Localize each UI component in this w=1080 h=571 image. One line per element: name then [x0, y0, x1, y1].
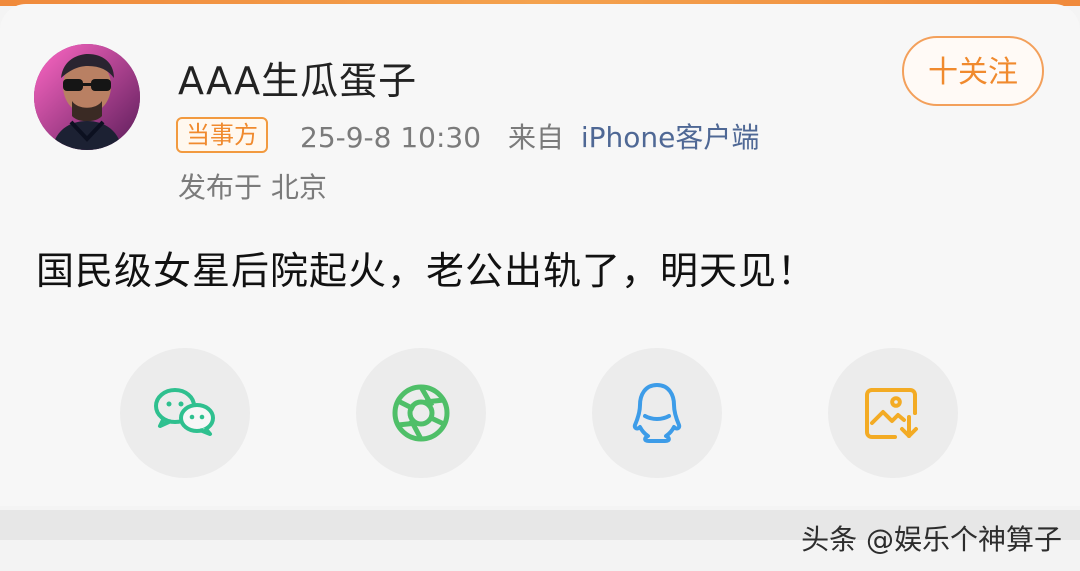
avatar[interactable]	[34, 44, 140, 150]
save-image-icon	[865, 388, 918, 439]
post-card: AAA生瓜蛋子 当事方 25-9-8 10:30 来自 iPhone客户端 发布…	[0, 4, 1080, 506]
post-meta: 25-9-8 10:30 来自 iPhone客户端	[300, 116, 759, 156]
watermark-text: 头条 @娱乐个神算子	[801, 523, 1062, 556]
qq-icon	[632, 383, 682, 443]
page: AAA生瓜蛋子 当事方 25-9-8 10:30 来自 iPhone客户端 发布…	[0, 0, 1080, 571]
wechat-icon	[154, 388, 215, 436]
moments-icon	[392, 384, 450, 442]
post-location: 发布于 北京	[178, 171, 327, 204]
source-prefix: 来自	[507, 121, 564, 154]
source-link[interactable]: iPhone客户端	[581, 121, 760, 154]
save-image-button[interactable]	[828, 348, 958, 478]
post-text: 国民级女星后院起火，老公出轨了，明天见！	[36, 249, 817, 293]
share-qq-button[interactable]	[592, 348, 722, 478]
username[interactable]: AAA生瓜蛋子	[178, 50, 417, 105]
share-wechat-button[interactable]	[120, 348, 250, 478]
avatar-image-icon	[34, 44, 140, 150]
status-badge: 当事方	[176, 117, 268, 153]
post-time: 25-9-8 10:30	[300, 121, 482, 154]
share-moments-button[interactable]	[356, 348, 486, 478]
follow-button[interactable]: 十关注	[902, 36, 1044, 106]
